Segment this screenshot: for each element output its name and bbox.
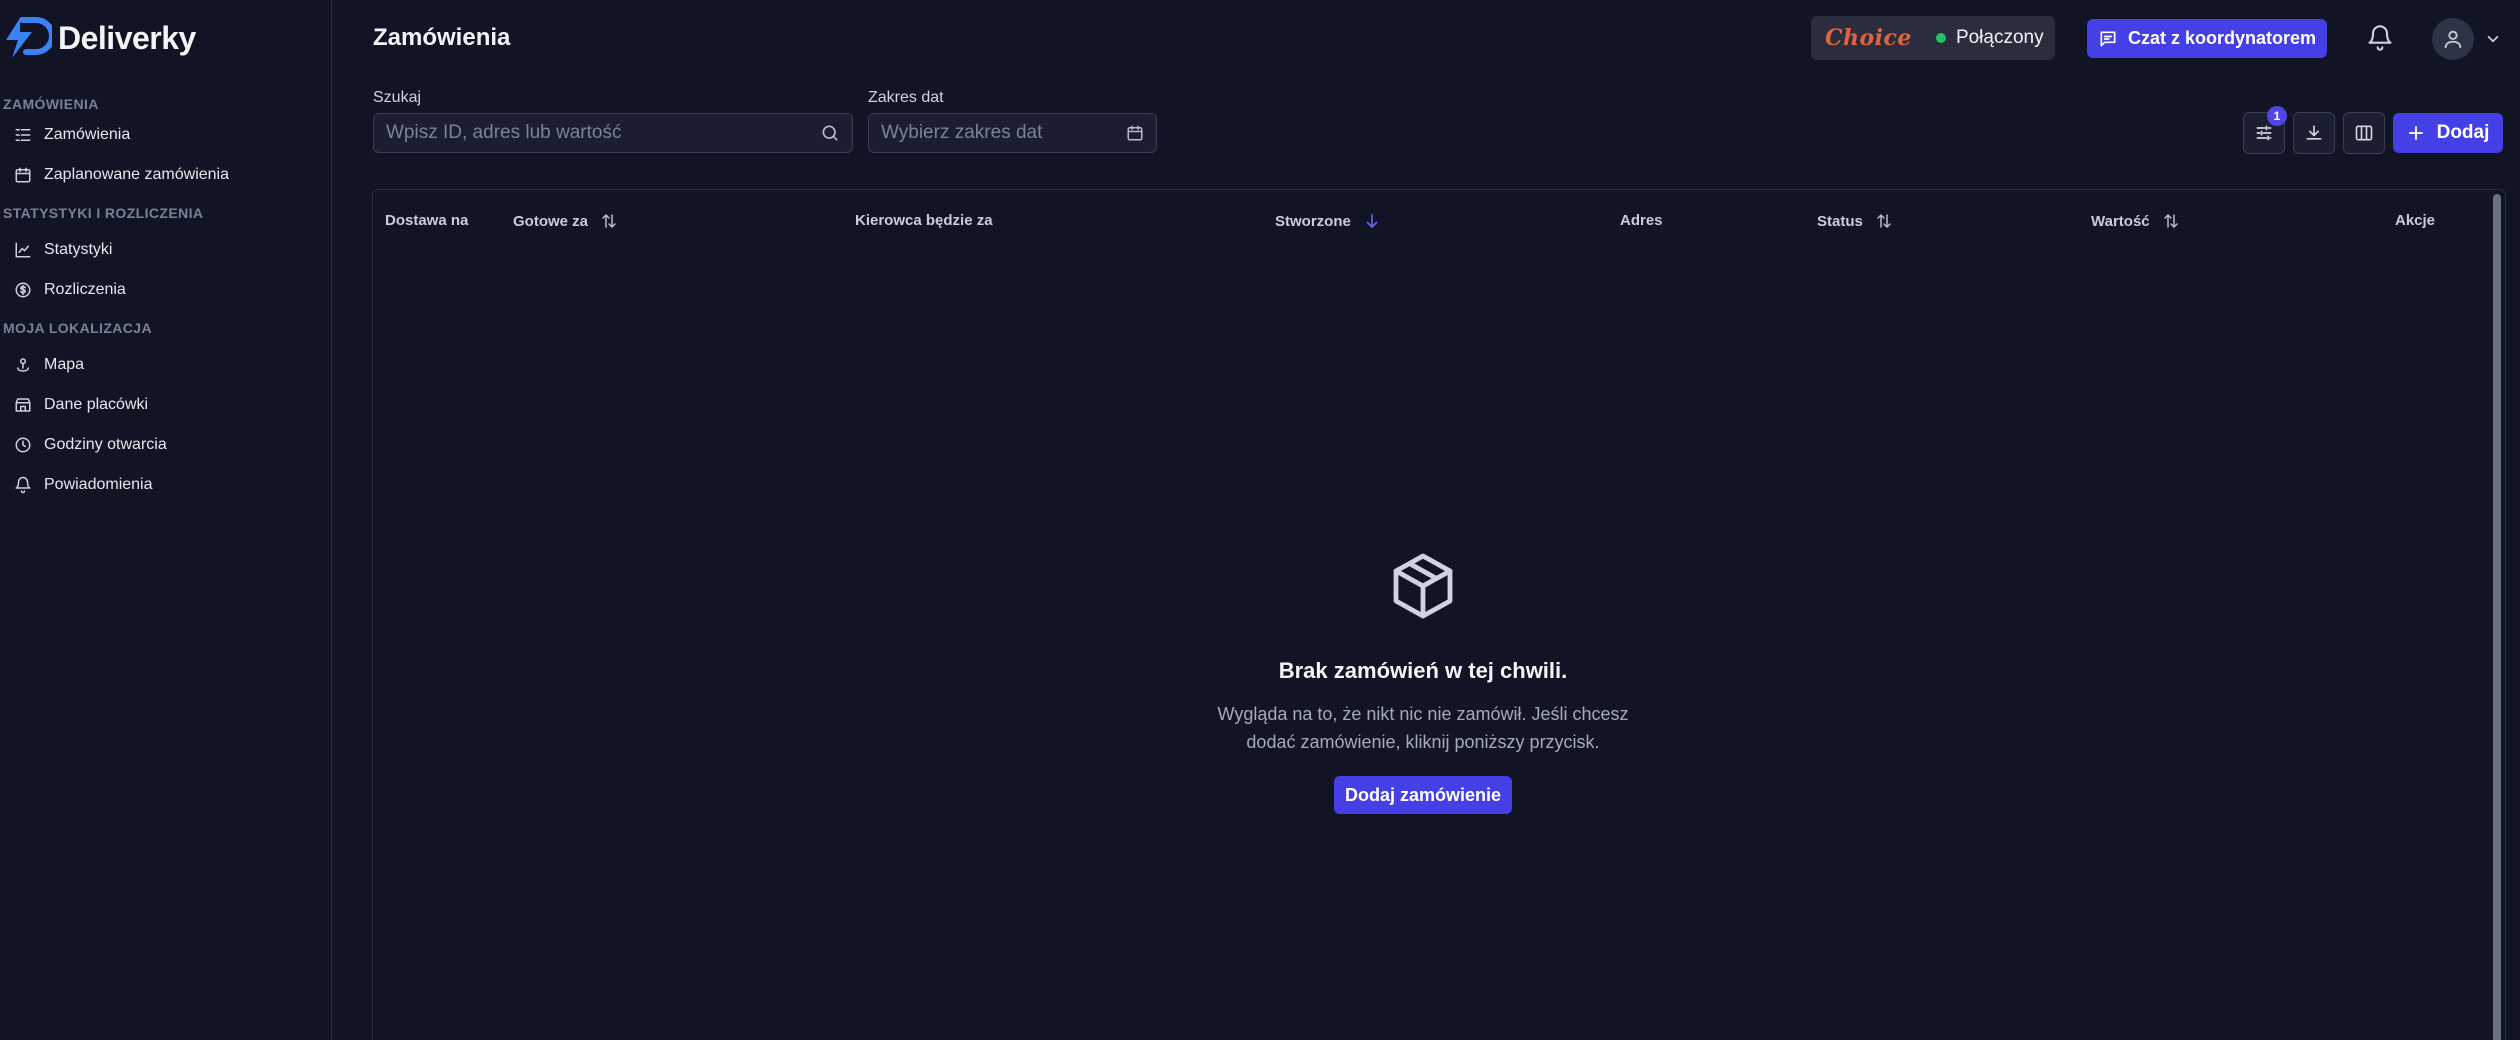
dollar-icon [15,282,31,298]
sidebar-item-statistics[interactable]: Statystyki [0,232,330,268]
orders-icon [15,129,31,141]
status-online-dot [1935,33,1946,43]
search-icon [822,125,838,141]
user-icon [2444,30,2462,49]
sliders-icon [2256,125,2272,141]
connection-status-pill: Choice Połączony [1811,16,2055,60]
sidebar-item-label: Dane placówki [44,396,149,413]
clock-icon [15,437,31,453]
chat-button-label: Czat z koordynatorem [2127,28,2317,48]
sidebar-item-label: Mapa [44,356,85,373]
sidebar-item-store-data[interactable]: Dane placówki [0,387,330,423]
empty-state-title: Brak zamówień w tej chwili. [1278,658,1568,683]
empty-state-description: Wygląda na to, że nikt nic nie zamówił. … [1173,700,1673,756]
column-header-address: Adres [1620,212,1663,229]
map-pin-icon [17,358,29,372]
date-range-input[interactable] [881,122,1126,144]
sidebar-item-label: Rozliczenia [44,281,126,298]
column-label: Dostawa na [385,212,469,229]
search-input[interactable] [386,122,820,144]
column-header-ready-in[interactable]: Gotowe za [513,212,618,230]
section-title-orders: ZAMÓWIENIA [3,96,99,112]
sidebar: Deliverky ZAMÓWIENIA Zamówienia Zaplanow… [0,0,332,1040]
date-range-field[interactable] [868,113,1157,153]
sidebar-item-label: Godziny otwarcia [44,436,167,453]
sort-desc-icon[interactable] [1363,212,1381,230]
sort-both-icon[interactable] [1875,212,1893,230]
page-title: Zamówienia [373,24,511,51]
package-box-icon [1393,553,1453,619]
bell-icon [15,476,31,494]
notifications-bell-icon[interactable] [2366,24,2394,52]
add-button[interactable]: Dodaj [2393,113,2503,153]
column-label: Status [1817,212,1863,230]
sidebar-item-map[interactable]: Mapa [0,347,330,383]
empty-state-description-line: dodać zamówienie, kliknij poniższy przyc… [1246,732,1600,752]
chevron-down-icon[interactable] [2484,30,2502,48]
column-label: Wartość [2091,212,2150,230]
sidebar-item-orders[interactable]: Zamówienia [0,117,330,153]
column-label: Gotowe za [513,212,589,230]
sidebar-item-notifications[interactable]: Powiadomienia [0,467,330,503]
column-header-actions: Akcje [2395,212,2435,229]
search-field[interactable] [373,113,853,153]
table-scrollbar[interactable] [2493,194,2501,1040]
calendar-icon [1127,125,1143,141]
column-label: Adres [1620,212,1663,229]
filters-count-badge: 1 [2267,106,2287,126]
chart-icon [15,242,31,258]
calendar-icon [15,167,31,183]
download-icon [2306,125,2322,140]
user-avatar[interactable] [2432,18,2474,60]
sidebar-item-label: Powiadomienia [44,476,153,493]
sidebar-item-label: Zaplanowane zamówienia [44,166,229,183]
partner-logo: Choice [1825,25,1912,51]
sidebar-item-settlements[interactable]: Rozliczenia [0,272,330,308]
column-header-status[interactable]: Status [1817,212,1893,230]
chat-coordinator-button[interactable]: Czat z koordynatorem [2087,19,2327,58]
empty-state: Brak zamówień w tej chwili. Wygląda na t… [1173,550,1673,814]
columns-button[interactable] [2343,112,2385,154]
download-button[interactable] [2293,112,2335,154]
sidebar-item-label: Statystyki [44,241,113,258]
brand-logo[interactable]: Deliverky [2,14,196,62]
column-label: Akcje [2395,212,2436,229]
column-label: Stworzone [1275,212,1351,230]
column-header-value[interactable]: Wartość [2091,212,2180,230]
lightning-logo-icon [6,17,52,58]
sort-both-icon[interactable] [600,212,618,230]
connection-status-text: Połączony [1955,27,2044,48]
sidebar-item-label: Zamówienia [44,126,131,143]
date-range-label: Zakres dat [868,89,944,106]
column-header-driver-in: Kierowca będzie za [855,212,993,229]
sidebar-item-scheduled-orders[interactable]: Zaplanowane zamówienia [0,157,330,193]
store-icon [15,398,31,412]
search-label: Szukaj [373,89,422,106]
add-order-button[interactable]: Dodaj zamówienie [1334,776,1512,814]
message-icon [2100,31,2116,47]
column-header-created[interactable]: Stworzone [1275,212,1381,230]
column-label: Kierowca będzie za [855,212,993,229]
add-button-label: Dodaj [2436,122,2490,143]
orders-table: Dostawa na Gotowe za Kierowca będzie za … [372,189,2506,1040]
column-header-delivery-at: Dostawa na [385,212,468,229]
section-title-stats: STATYSTYKI I ROZLICZENIA [3,205,204,221]
section-title-location: MOJA LOKALIZACJA [3,320,152,336]
plus-icon [2408,126,2423,140]
columns-icon [2355,125,2373,141]
empty-state-description-line: Wygląda na to, że nikt nic nie zamówił. … [1217,704,1629,724]
sort-both-icon[interactable] [2162,212,2180,230]
sidebar-item-opening-hours[interactable]: Godziny otwarcia [0,427,330,463]
brand-name: Deliverky [58,19,196,56]
